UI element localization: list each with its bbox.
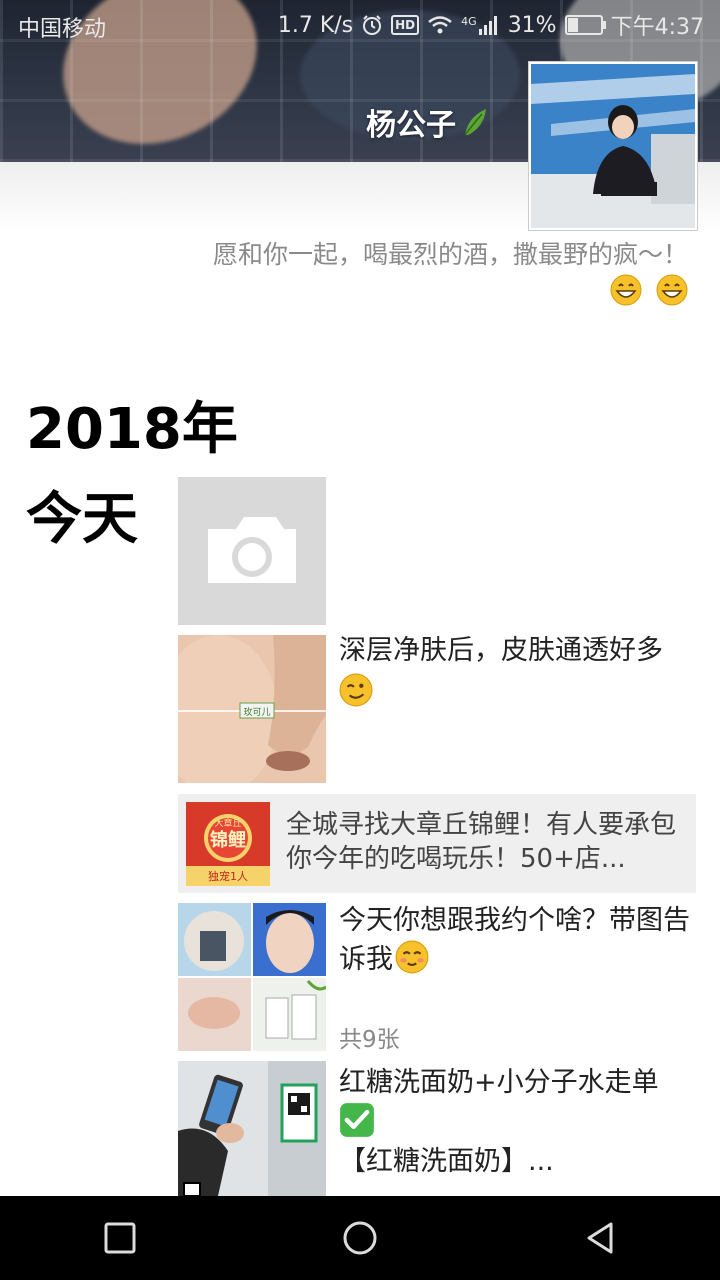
post-new-photo-button[interactable] [178,477,326,625]
post-text[interactable]: 今天你想跟我约个啥？带图告诉我 [339,902,695,979]
link-title: 全城寻找大章丘锦鲤！有人要承包你今年的吃喝玩乐！50+店... [286,810,677,874]
camera-icon [208,517,296,583]
alarm-icon [363,15,382,35]
clock: 下午4:37 [610,15,704,40]
promo-top-text: 大章丘 [214,817,241,829]
triangle-back-icon [587,1222,613,1254]
signature: 愿和你一起，喝最烈的酒，撒最野的疯～！ [128,238,688,306]
promo-bottom-text: 独宠1人 [208,869,248,883]
koi-promo-image: 大章丘 锦鲤 独宠1人 [186,802,270,886]
post-thumbnail-grid[interactable] [178,903,326,1051]
post-thumbnail[interactable] [178,1061,326,1196]
post-text[interactable]: 深层净肤后，皮肤通透好多 [339,632,695,708]
post-caption: 深层净肤后，皮肤通透好多 [339,635,663,666]
post-photo [178,1061,326,1196]
status-bar: 中国移动 1.7 K/s HD 4G 31% 下午4:37 [0,0,720,50]
post-caption: 红糖洗面奶+小分子水走单 [339,1067,659,1098]
signature-text: 愿和你一起，喝最烈的酒，撒最野的疯～！ [212,240,688,269]
watermark-label: 玫可儿 [243,706,270,718]
image-count: 共9张 [339,1027,400,1053]
battery-percent: 31% [507,12,557,38]
album-collage [178,903,326,1051]
grinning-emoji-icon [610,274,642,306]
carrier-label: 中国移动 [18,17,107,42]
profile-name[interactable]: 杨公子 [366,100,490,144]
grinning-emoji-icon [656,274,688,306]
avatar[interactable] [529,62,697,230]
winking-emoji-icon [339,673,373,706]
post-thumbnail[interactable]: 玫可儿 [178,635,326,783]
shared-link-card[interactable]: 大章丘 锦鲤 独宠1人 全城寻找大章丘锦鲤！有人要承包你今年的吃喝玩乐！50+店… [178,794,696,893]
post-caption-continued: 【红糖洗面奶】... [339,1146,554,1177]
recent-apps-button[interactable] [40,1196,200,1280]
leaf-emoji-icon [464,109,486,136]
network-type-label: 4G [461,15,477,28]
link-thumbnail: 大章丘 锦鲤 独宠1人 [186,802,270,886]
network-speed: 1.7 K/s [277,12,354,38]
home-button[interactable] [280,1196,440,1280]
profile-name-text: 杨公子 [366,108,456,143]
back-button[interactable] [520,1196,680,1280]
post-caption: 今天你想跟我约个啥？带图告诉我 [339,905,690,975]
day-label: 今天 [26,487,138,552]
year-header: 2018年 [26,397,238,462]
battery-icon [564,15,606,35]
post-text[interactable]: 红糖洗面奶+小分子水走单 【红糖洗面奶】... [339,1064,695,1181]
navigation-bar [0,1196,720,1280]
signal-icon [478,16,497,35]
check-mark-emoji-icon [340,1103,374,1137]
square-icon [104,1222,136,1254]
post-photo: 玫可儿 [178,635,326,783]
circle-icon [343,1221,377,1255]
hd-voice-icon: HD [391,15,420,35]
wifi-icon [428,16,452,34]
promo-main-text: 锦鲤 [210,829,246,851]
avatar-photo [531,64,695,228]
blushing-emoji-icon [395,940,429,974]
